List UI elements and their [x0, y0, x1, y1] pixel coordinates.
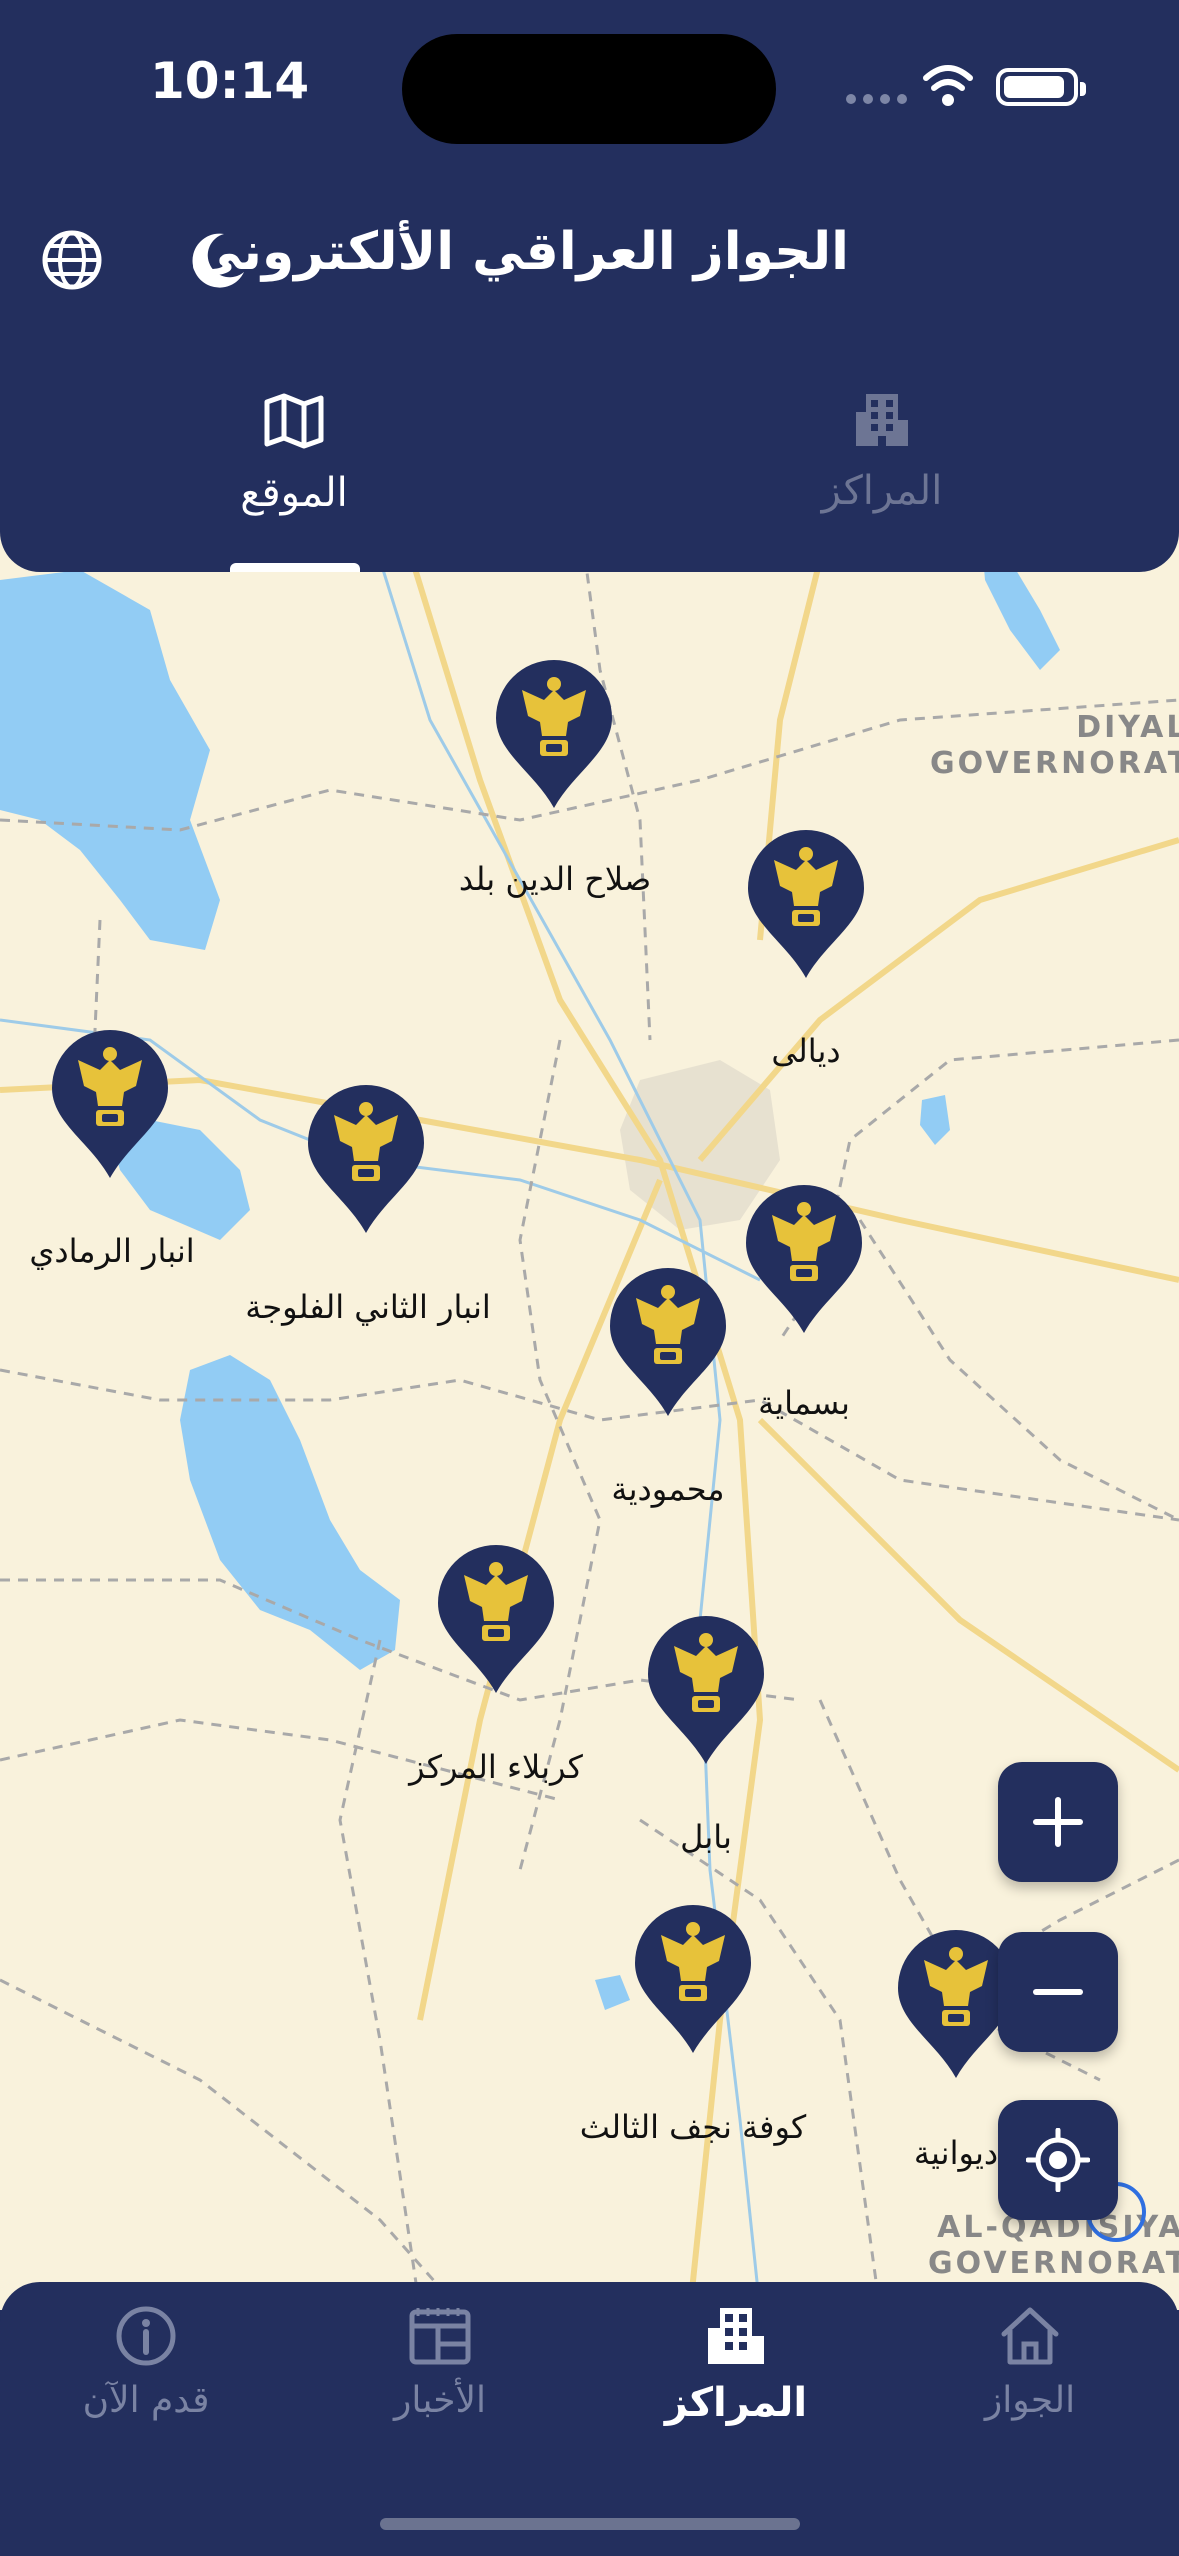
- center-pin[interactable]: [633, 1905, 753, 2055]
- center-pin-label: صلاح الدين بلد: [458, 860, 652, 898]
- buildings-icon: [708, 2308, 764, 2364]
- eagle-emblem-icon: [648, 1616, 764, 1764]
- plus-icon: [1033, 1797, 1083, 1847]
- center-pin-label: محمودية: [611, 1470, 725, 1508]
- center-pin-label: انبار الثاني الفلوجة: [245, 1288, 491, 1326]
- center-pin-label: بسماية: [758, 1384, 850, 1422]
- home-icon: [1001, 2307, 1059, 2365]
- center-pin[interactable]: [50, 1030, 170, 1180]
- center-pin-label: كربلاء المركز: [409, 1748, 583, 1786]
- nav-label-passport: الجواز: [984, 2380, 1076, 2421]
- center-pin[interactable]: [646, 1616, 766, 1766]
- center-pin-label: انبار الرمادي: [29, 1232, 195, 1270]
- info-icon: [116, 2306, 176, 2366]
- wifi-icon: [923, 65, 973, 106]
- center-pin-label: كوفة نجف الثالث: [579, 2108, 807, 2146]
- tab-location-label: الموقع: [240, 470, 348, 516]
- nav-item-news[interactable]: الأخبار: [310, 2304, 570, 2421]
- tab-location[interactable]: الموقع: [184, 390, 404, 516]
- active-tab-indicator: [230, 563, 360, 572]
- region-label-diyala: DIYALA GOVERNORATE: [930, 710, 1179, 781]
- center-pin[interactable]: [436, 1545, 556, 1695]
- center-pin-label: ديوانية: [913, 2134, 999, 2172]
- building-icon: [856, 394, 908, 446]
- center-pin-label: بابل: [680, 1818, 732, 1856]
- eagle-emblem-icon: [52, 1030, 168, 1178]
- tab-centers[interactable]: المراكز: [772, 390, 992, 514]
- center-pin[interactable]: [306, 1085, 426, 1235]
- center-pin[interactable]: [744, 1185, 864, 1335]
- center-pin-label: ديالى: [771, 1032, 841, 1070]
- eagle-emblem-icon: [308, 1085, 424, 1233]
- eagle-emblem-icon: [748, 830, 864, 978]
- cellular-signal-icon: [846, 94, 907, 104]
- status-time: 10:14: [150, 52, 310, 110]
- eagle-emblem-icon: [496, 660, 612, 808]
- center-pin[interactable]: [608, 1268, 728, 1418]
- home-indicator: [380, 2518, 800, 2530]
- nav-item-apply-now[interactable]: قدم الآن: [16, 2304, 276, 2421]
- nav-label-news: الأخبار: [393, 2380, 486, 2421]
- center-pin[interactable]: [494, 660, 614, 810]
- tab-centers-label: المراكز: [821, 468, 943, 514]
- locate-me-button[interactable]: [998, 2100, 1118, 2220]
- minus-icon: [1033, 1989, 1083, 1995]
- news-icon: [409, 2308, 471, 2365]
- crosshair-icon: [1026, 2128, 1090, 2192]
- app-title: الجواز العراقي الألكتروني: [189, 222, 849, 282]
- nav-item-passport[interactable]: الجواز: [900, 2304, 1160, 2421]
- nav-label-centers: المراكز: [664, 2380, 808, 2426]
- app-header: 10:14 الجواز العراقي الألكتروني الموقع ا…: [0, 0, 1179, 572]
- eagle-emblem-icon: [438, 1545, 554, 1693]
- battery-icon: [996, 68, 1086, 106]
- zoom-in-button[interactable]: [998, 1762, 1118, 1882]
- map-icon: [264, 393, 324, 449]
- eagle-emblem-icon: [746, 1185, 862, 1333]
- zoom-out-button[interactable]: [998, 1932, 1118, 2052]
- eagle-emblem-icon: [610, 1268, 726, 1416]
- dynamic-island: [402, 34, 776, 144]
- center-pin[interactable]: [746, 830, 866, 980]
- globe-icon[interactable]: [40, 228, 104, 292]
- eagle-emblem-icon: [635, 1905, 751, 2053]
- nav-item-centers[interactable]: المراكز: [606, 2304, 866, 2426]
- nav-label-apply-now: قدم الآن: [82, 2380, 210, 2421]
